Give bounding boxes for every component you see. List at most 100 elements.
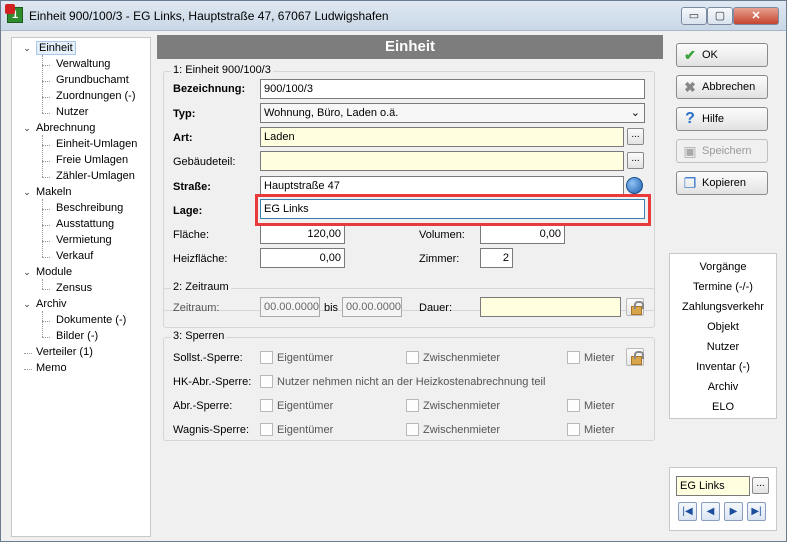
copy-button-label: Kopieren	[702, 177, 747, 189]
zeitraum-to-field[interactable]: 00.00.0000	[342, 297, 402, 317]
abr-zwischenmieter-checkbox[interactable]	[406, 399, 419, 412]
tree-item-label: Dokumente (-)	[56, 314, 127, 326]
chevron-down-icon[interactable]: ⌄	[22, 299, 32, 309]
zimmer-field[interactable]: 2	[480, 248, 513, 268]
tree-connector	[42, 257, 50, 258]
volumen-field[interactable]: 0,00	[480, 224, 565, 244]
link-objekt[interactable]: Objekt	[670, 321, 776, 333]
sollst-mieter-checkbox[interactable]	[567, 351, 580, 364]
gebaeudeteil-field[interactable]	[260, 151, 624, 171]
sollst-eigentuemer-checkbox[interactable]	[260, 351, 273, 364]
last-record-button[interactable]: ▶|	[747, 502, 766, 521]
save-icon: ▣	[683, 143, 697, 159]
tree-item-zähler-umlagen[interactable]: Zähler-Umlagen	[56, 169, 135, 183]
gebaeudeteil-label: Gebäudeteil:	[173, 156, 236, 168]
tree-item-beschreibung[interactable]: Beschreibung	[56, 201, 123, 215]
link-termine[interactable]: Termine (-/-)	[670, 281, 776, 293]
link-inventar[interactable]: Inventar (-)	[670, 361, 776, 373]
zeitraum-from-field[interactable]: 00.00.0000	[260, 297, 320, 317]
tree-item-label: Verwaltung	[56, 58, 111, 70]
tree-item-einheit-umlagen[interactable]: Einheit-Umlagen	[56, 137, 137, 151]
tree-item-verwaltung[interactable]: Verwaltung	[56, 57, 110, 71]
tree-item-zensus[interactable]: Zensus	[56, 281, 92, 295]
tree-item-dokumente[interactable]: Dokumente (-)	[56, 313, 126, 327]
previous-record-button[interactable]: ◀	[701, 502, 720, 521]
sollst-zwischenmieter-label: Zwischenmieter	[423, 352, 501, 364]
tree-item-bilder[interactable]: Bilder (-)	[56, 329, 98, 343]
tree-item-freie-umlagen[interactable]: Freie Umlagen	[56, 153, 128, 167]
first-record-button[interactable]: |◀	[678, 502, 697, 521]
next-record-button[interactable]: ▶	[724, 502, 743, 521]
chevron-down-icon[interactable]: ⌄	[22, 43, 32, 53]
chevron-down-icon[interactable]: ⌄	[22, 123, 32, 133]
abr-eigentuemer-checkbox[interactable]	[260, 399, 273, 412]
art-lookup-button[interactable]: ...	[627, 128, 644, 145]
tree-item-vermietung[interactable]: Vermietung	[56, 233, 112, 247]
hk-abr-checkbox[interactable]	[260, 375, 273, 388]
link-vorgaenge[interactable]: Vorgänge	[670, 261, 776, 273]
wagnis-zwischenmieter-checkbox[interactable]	[406, 423, 419, 436]
group-sperren-title: 3: Sperren	[171, 330, 227, 342]
tree-item-grundbuchamt[interactable]: Grundbuchamt	[56, 73, 129, 87]
chevron-down-icon[interactable]: ⌄	[22, 267, 32, 277]
tree-item-zuordnungen[interactable]: Zuordnungen (-)	[56, 89, 136, 103]
tree-item-verkauf[interactable]: Verkauf	[56, 249, 93, 263]
tree-item-verteiler-1[interactable]: Verteiler (1)	[36, 345, 93, 359]
tree-connector	[42, 337, 50, 338]
heizflaeche-field[interactable]: 0,00	[260, 248, 345, 268]
flaeche-field[interactable]: 120,00	[260, 224, 345, 244]
ok-button[interactable]: ✔ OK	[676, 43, 768, 67]
typ-select[interactable]: Wohnung, Büro, Laden o.ä. ⌄	[260, 103, 645, 123]
tree-connector	[42, 209, 50, 210]
dauer-field[interactable]	[480, 297, 621, 317]
gebaeudeteil-lookup-button[interactable]: ...	[627, 152, 644, 169]
link-archiv[interactable]: Archiv	[670, 381, 776, 393]
lage-field[interactable]: EG Links	[260, 199, 645, 219]
tree-item-module[interactable]: ⌄ Module	[23, 265, 73, 279]
tree-item-ausstattung[interactable]: Ausstattung	[56, 217, 114, 231]
lock-icon[interactable]	[626, 298, 644, 316]
tree-item-nutzer[interactable]: Nutzer	[56, 105, 88, 119]
link-zahlungsverkehr[interactable]: Zahlungsverkehr	[670, 301, 776, 313]
tree-item-abrechnung[interactable]: ⌄ Abrechnung	[23, 121, 96, 135]
sollst-sperre-label: Sollst.-Sperre:	[173, 352, 243, 364]
copy-button[interactable]: ❐ Kopieren	[676, 171, 768, 195]
tree-item-label: Archiv	[36, 298, 67, 310]
lage-label: Lage:	[173, 205, 203, 217]
wagnis-eigentuemer-checkbox[interactable]	[260, 423, 273, 436]
minimize-button[interactable]: ▭	[681, 7, 707, 25]
group-einheit-title: 1: Einheit 900/100/3	[171, 64, 273, 76]
wagnis-mieter-checkbox[interactable]	[567, 423, 580, 436]
link-elo[interactable]: ELO	[670, 401, 776, 413]
close-button[interactable]: ✕	[733, 7, 779, 25]
dauer-label: Dauer:	[419, 302, 453, 314]
help-icon: ?	[685, 110, 695, 127]
maximize-button[interactable]: ▢	[707, 7, 733, 25]
record-lookup-button[interactable]: ...	[752, 477, 769, 494]
lock-icon[interactable]	[626, 348, 644, 366]
tree-connector	[42, 145, 50, 146]
tree-item-makeln[interactable]: ⌄ Makeln	[23, 185, 71, 199]
globe-icon[interactable]	[626, 177, 643, 194]
abr-mieter-checkbox[interactable]	[567, 399, 580, 412]
tree-item-label: Module	[36, 266, 73, 278]
main-panel: Einheit 1: Einheit 900/100/3 Bezeichnung…	[157, 35, 663, 537]
sollst-zwischenmieter-checkbox[interactable]	[406, 351, 419, 364]
tree-item-einheit[interactable]: ⌄ Einheit	[23, 41, 76, 55]
tree-item-label: Abrechnung	[36, 122, 96, 134]
record-field[interactable]: EG Links	[676, 476, 750, 496]
save-button[interactable]: ▣ Speichern	[676, 139, 768, 163]
strasse-field[interactable]: Hauptstraße 47	[260, 176, 624, 196]
chevron-down-icon[interactable]: ⌄	[22, 187, 32, 197]
art-field[interactable]: Laden	[260, 127, 624, 147]
tree-connector	[42, 225, 50, 226]
tree-item-memo[interactable]: Memo	[36, 361, 67, 375]
bezeichnung-field[interactable]: 900/100/3	[260, 79, 645, 99]
help-button[interactable]: ? Hilfe	[676, 107, 768, 131]
tree-connector	[24, 353, 32, 354]
page-title: Einheit	[157, 35, 663, 59]
cancel-button[interactable]: ✖ Abbrechen	[676, 75, 768, 99]
link-nutzer[interactable]: Nutzer	[670, 341, 776, 353]
tree-item-archiv[interactable]: ⌄ Archiv	[23, 297, 67, 311]
navigation-tree: ⌄ Einheit Verwaltung Grundbuchamt Zuordnunge…	[11, 37, 151, 537]
